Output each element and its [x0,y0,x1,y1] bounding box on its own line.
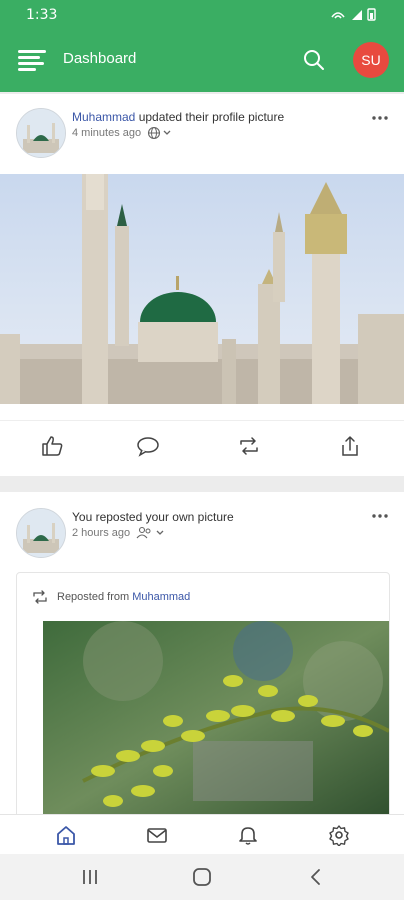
post-card: You reposted your own picture 2 hours ag… [0,492,404,814]
mail-icon[interactable] [145,824,169,846]
repost-label: Reposted from Muhammad [57,591,190,603]
avatar[interactable] [16,508,66,558]
post-action-text: updated their profile picture [138,110,285,124]
page-title: Dashboard [63,50,137,67]
globe-icon[interactable] [147,126,173,140]
like-icon[interactable] [40,435,66,457]
settings-gear-icon[interactable] [327,824,351,846]
user-avatar[interactable]: SU [353,42,389,78]
mosque-thumbnail-image [17,509,65,557]
mosque-thumbnail-image [17,109,65,157]
post-headline: You reposted your own picture [72,510,234,524]
mosque-photo [0,174,404,404]
comment-icon[interactable] [135,435,161,457]
repost-prefix: Reposted from [57,591,130,603]
bottom-nav [0,814,404,855]
post-card: Muhammad updated their profile picture 4… [0,94,404,476]
post-headline: Muhammad updated their profile picture [72,110,284,124]
repost-author-link[interactable]: Muhammad [132,591,190,603]
more-options-icon[interactable] [370,512,390,528]
reposted-photo[interactable] [43,621,389,814]
status-bar: 1:33 [0,0,404,28]
avatar[interactable] [16,108,66,158]
post-time: 2 hours ago [72,527,131,539]
repost-icon [33,590,47,604]
post-photo[interactable] [0,174,404,404]
menu-icon[interactable] [18,48,46,72]
post-meta: 2 hours ago [72,526,166,540]
post-meta: 4 minutes ago [72,126,173,140]
repost-box: Reposted from Muhammad [16,572,390,814]
more-options-icon[interactable] [370,114,390,130]
flower-photo [43,621,389,814]
author-link[interactable]: Muhammad [72,110,135,124]
home-icon[interactable] [54,824,78,846]
search-icon[interactable] [300,46,328,74]
repost-icon[interactable] [236,435,262,457]
share-icon[interactable] [337,435,363,457]
system-nav-bar [0,854,404,900]
recent-apps-icon[interactable] [78,866,102,888]
post-actions [0,420,404,471]
post-time: 4 minutes ago [72,127,142,139]
people-icon[interactable] [136,526,166,540]
status-time: 1:33 [26,7,58,23]
back-icon[interactable] [304,866,328,888]
bell-icon[interactable] [236,824,260,846]
status-icons [331,8,376,21]
home-button-icon[interactable] [190,866,214,888]
app-bar: Dashboard SU [0,28,404,92]
